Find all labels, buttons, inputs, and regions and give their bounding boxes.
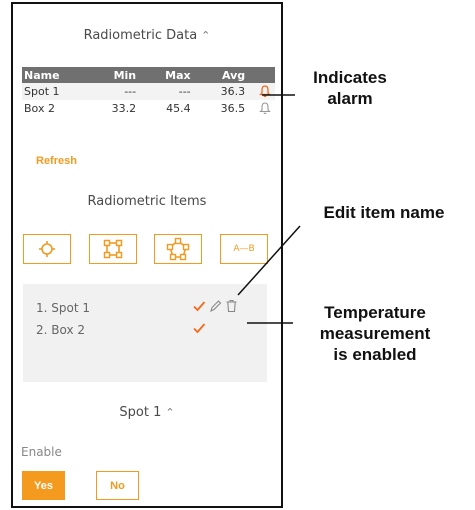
edit-leader-line — [237, 225, 301, 296]
edit-callout: Edit item name — [323, 203, 445, 222]
temperature-callout: Temperature measurement is enabled — [319, 303, 431, 364]
alarm-callout: Indicates alarm — [313, 68, 387, 108]
